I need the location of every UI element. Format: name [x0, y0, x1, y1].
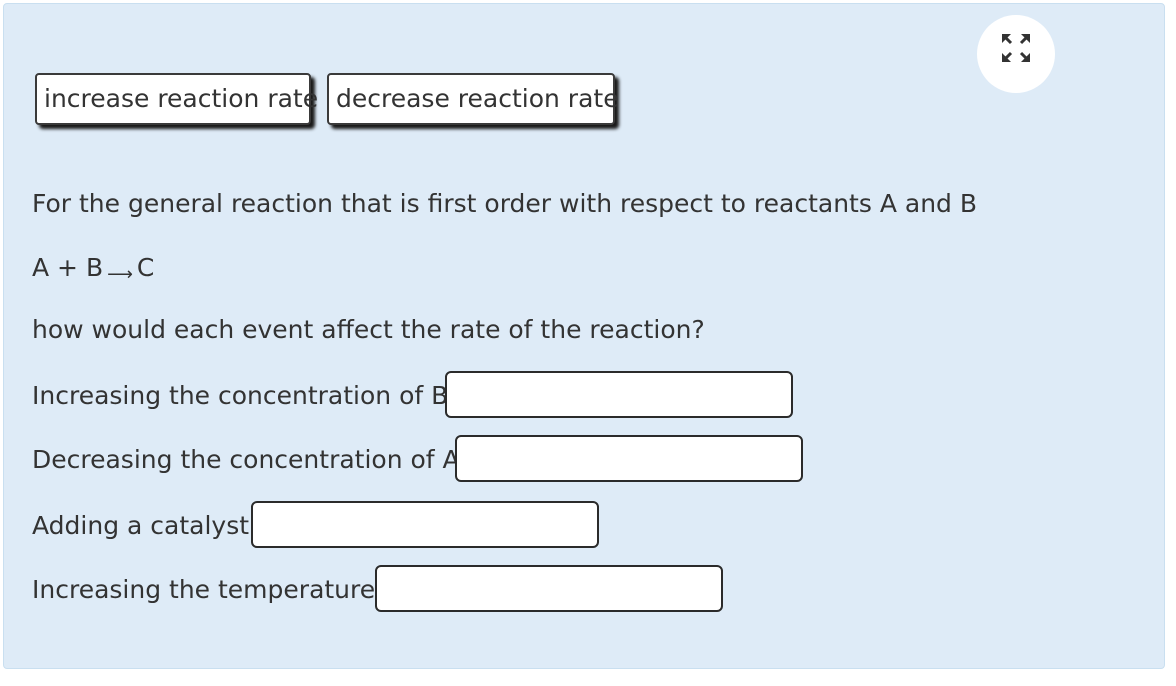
- drop-target-temperature[interactable]: [375, 565, 723, 612]
- event-label-b-concentration: Increasing the concentration of B:: [32, 381, 457, 410]
- event-label-catalyst: Adding a catalyst:: [32, 511, 258, 540]
- expand-button[interactable]: [977, 15, 1055, 93]
- drop-target-catalyst[interactable]: [251, 501, 599, 548]
- reaction-equation: A + B ⟶ C: [32, 252, 154, 287]
- drop-target-a-concentration[interactable]: [455, 435, 803, 482]
- question-prompt: how would each event affect the rate of …: [32, 315, 705, 344]
- question-panel: increase reaction rate decrease reaction…: [3, 3, 1165, 669]
- drop-target-b-concentration[interactable]: [445, 371, 793, 418]
- expand-arrows-icon: [1002, 34, 1030, 62]
- equation-reactants: A + B: [32, 253, 104, 282]
- tile-decrease-reaction-rate[interactable]: decrease reaction rate: [327, 73, 619, 125]
- event-label-a-concentration: Decreasing the concentration of A:: [32, 445, 468, 474]
- equation-product: C: [136, 253, 155, 282]
- event-label-temperature: Increasing the temperature:: [32, 575, 384, 604]
- question-intro: For the general reaction that is first o…: [32, 189, 978, 218]
- tile-increase-reaction-rate[interactable]: increase reaction rate: [35, 73, 318, 125]
- reaction-arrow-icon: ⟶: [107, 264, 133, 285]
